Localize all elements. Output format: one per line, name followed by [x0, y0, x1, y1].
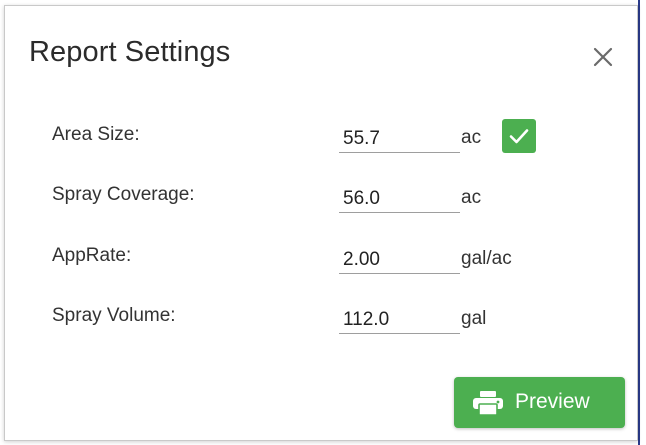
area-size-unit: ac	[461, 127, 482, 148]
area-size-label: Area Size:	[52, 124, 140, 145]
app-rate-input[interactable]	[339, 242, 460, 274]
spray-coverage-input[interactable]	[339, 181, 460, 213]
spray-volume-unit: gal	[461, 308, 487, 329]
checkmark-icon[interactable]	[502, 119, 536, 153]
close-icon[interactable]	[589, 43, 617, 71]
spray-volume-input[interactable]	[339, 302, 460, 334]
report-settings-dialog: Report Settings Area Size: ac Spray Cove…	[4, 5, 638, 441]
spray-volume-label: Spray Volume:	[52, 305, 176, 326]
preview-button[interactable]: Preview	[454, 377, 625, 428]
area-size-input[interactable]	[339, 121, 460, 153]
preview-button-label: Preview	[515, 390, 590, 413]
app-rate-unit: gal/ac	[461, 248, 512, 269]
spray-volume-row: Spray Volume: gal	[5, 300, 639, 340]
dialog-title: Report Settings	[29, 36, 231, 68]
spray-coverage-unit: ac	[461, 187, 482, 208]
background-window-stripe	[638, 0, 640, 445]
app-rate-row: AppRate: gal/ac	[5, 240, 639, 280]
area-size-row: Area Size: ac	[5, 119, 639, 159]
printer-icon	[472, 390, 504, 416]
app-rate-label: AppRate:	[52, 245, 132, 266]
spray-coverage-row: Spray Coverage: ac	[5, 179, 639, 219]
spray-coverage-label: Spray Coverage:	[52, 184, 195, 205]
background-window-edge	[638, 0, 646, 445]
